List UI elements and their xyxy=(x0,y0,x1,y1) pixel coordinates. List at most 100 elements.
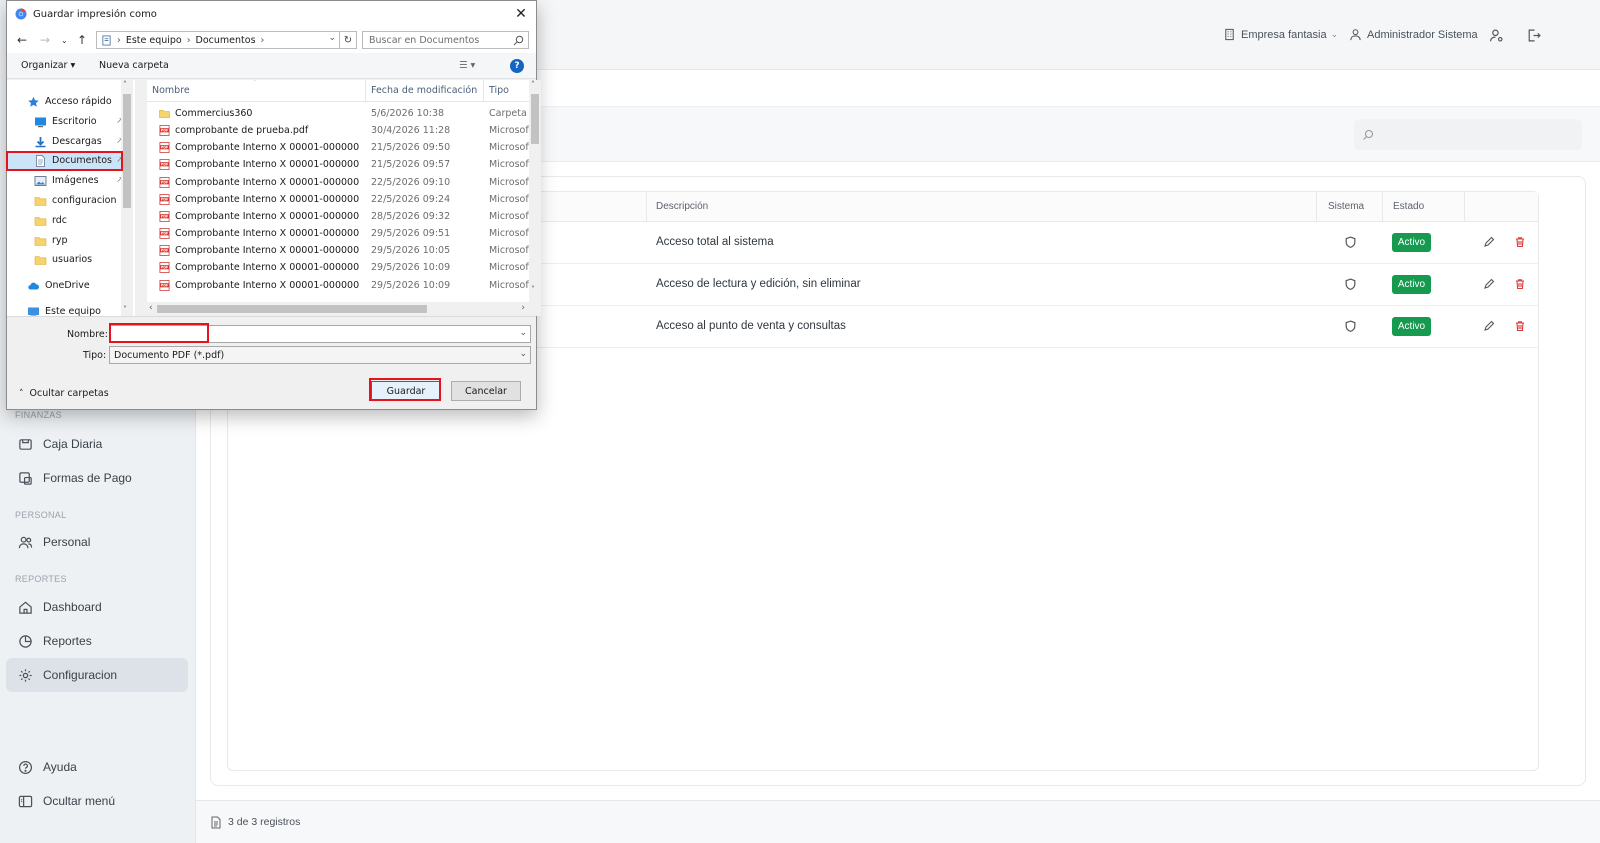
file-list-scrollbar[interactable]: ˄ ˅ xyxy=(529,80,541,316)
file-row[interactable]: Commercius360 5/6/2026 10:38 Carpeta c xyxy=(147,105,529,122)
scroll-up-icon[interactable]: ˄ xyxy=(123,80,127,89)
user-menu[interactable]: Administrador Sistema xyxy=(1349,28,1478,41)
tree-scroll-thumb[interactable] xyxy=(123,94,131,208)
shield-icon xyxy=(1345,320,1356,333)
sidebar-item-label: Caja Diaria xyxy=(43,437,103,451)
hide-folders-toggle[interactable]: ˄ Ocultar carpetas xyxy=(19,388,109,399)
recent-locations-icon[interactable]: ⌄ xyxy=(61,36,68,45)
sidebar-item-caja-diaria[interactable]: Caja Diaria xyxy=(6,427,188,461)
chevron-down-icon[interactable]: ⌄ xyxy=(519,328,527,338)
sidebar-item-configuracion[interactable]: Configuracion xyxy=(6,658,188,692)
tree-item-descargas[interactable]: Descargas ↗ xyxy=(7,132,125,151)
delete-icon[interactable] xyxy=(1514,236,1526,248)
chevron-down-icon[interactable]: ⌄ xyxy=(328,33,336,43)
chevron-down-icon[interactable]: ⌄ xyxy=(519,349,527,359)
tree-item-label: rdc xyxy=(52,215,67,226)
user-settings-button[interactable] xyxy=(1489,28,1509,43)
sidebar-item-ocultar-menu[interactable]: Ocultar menú xyxy=(6,784,188,818)
delete-icon[interactable] xyxy=(1514,278,1526,290)
tree-item-ryp[interactable]: ryp xyxy=(7,231,125,250)
forward-arrow-icon[interactable]: → xyxy=(40,33,50,47)
file-row[interactable]: PDF Comprobante Interno X 00001-00000014.… xyxy=(147,242,529,259)
svg-text:PDF: PDF xyxy=(161,266,168,270)
column-divider[interactable] xyxy=(483,80,484,102)
tree-item-imagenes[interactable]: Imágenes ↗ xyxy=(7,171,125,190)
file-name: Commercius360 xyxy=(175,108,253,119)
tree-item-rdc[interactable]: rdc xyxy=(7,211,125,230)
file-row[interactable]: PDF Comprobante Interno X 00001-00000016.… xyxy=(147,277,529,294)
filetype-select[interactable]: Documento PDF (*.pdf) ⌄ xyxy=(109,346,531,364)
status-badge: Activo xyxy=(1392,275,1431,294)
scroll-right-icon[interactable]: › xyxy=(521,303,525,313)
logout-button[interactable] xyxy=(1526,28,1546,43)
scroll-down-icon[interactable]: ˅ xyxy=(123,305,127,314)
help-icon[interactable]: ? xyxy=(510,59,524,73)
tree-item-configuracion[interactable]: configuracion xyxy=(7,191,125,210)
address-bar[interactable]: › Este equipo › Documentos › ⌄ xyxy=(96,31,340,49)
column-divider[interactable] xyxy=(365,80,366,102)
refresh-icon[interactable]: ↻ xyxy=(340,31,357,49)
file-row[interactable]: PDF Comprobante Interno X 00001-00000010.… xyxy=(147,174,529,191)
organize-button[interactable]: Organizar ▾ xyxy=(21,60,75,71)
tree-item-acceso-rapido[interactable]: Acceso rápido xyxy=(7,92,125,111)
column-divider xyxy=(1316,192,1317,222)
edit-icon[interactable] xyxy=(1483,236,1495,248)
column-type[interactable]: Tipo xyxy=(489,85,509,96)
scroll-down-icon[interactable]: ˅ xyxy=(531,285,535,294)
file-row[interactable]: PDF comprobante de prueba.pdf 30/4/2026 11… xyxy=(147,122,529,139)
breadcrumb-root[interactable]: Este equipo xyxy=(126,35,182,46)
save-as-dialog: Guardar impresión como ✕ ← → ⌄ ↑ › Este … xyxy=(6,0,541,410)
sidebar-item-reportes[interactable]: Reportes xyxy=(6,624,188,658)
header-estado: Estado xyxy=(1393,201,1425,212)
file-row[interactable]: PDF Comprobante Interno X 00001-00000009.… xyxy=(147,156,529,173)
save-button[interactable]: Guardar xyxy=(371,381,441,401)
column-name[interactable]: Nombre xyxy=(152,85,190,96)
svg-text:PDF: PDF xyxy=(161,232,168,236)
sidebar-item-ayuda[interactable]: Ayuda xyxy=(6,750,188,784)
tree-scrollbar[interactable]: ˄ ˅ xyxy=(121,80,133,316)
company-selector[interactable]: Empresa fantasia ⌄ xyxy=(1223,28,1338,41)
cancel-button[interactable]: Cancelar xyxy=(451,381,521,401)
tree-item-usuarios[interactable]: usuarios xyxy=(7,250,125,269)
edit-icon[interactable] xyxy=(1483,320,1495,332)
file-list-scroll-thumb[interactable] xyxy=(531,94,539,144)
download-icon xyxy=(35,136,46,147)
folder-icon xyxy=(34,255,47,265)
chevron-down-icon: ⌄ xyxy=(1330,29,1339,39)
svg-text:PDF: PDF xyxy=(161,146,168,150)
view-options-icon[interactable]: ☰ ▾ xyxy=(459,60,475,71)
tree-item-este-equipo[interactable]: Este equipo xyxy=(7,302,125,316)
file-row[interactable]: PDF Comprobante Interno X 00001-00000015.… xyxy=(147,259,529,276)
edit-icon[interactable] xyxy=(1483,278,1495,290)
file-list-hscroll-thumb[interactable] xyxy=(157,305,427,313)
file-list-hscrollbar[interactable]: ‹ › xyxy=(147,302,529,316)
file-name: Comprobante Interno X 00001-00000013.... xyxy=(175,228,359,240)
tree-item-escritorio[interactable]: Escritorio ↗ xyxy=(7,112,125,131)
column-date[interactable]: Fecha de modificación xyxy=(371,85,477,96)
scroll-left-icon[interactable]: ‹ xyxy=(149,303,153,313)
user-name: Administrador Sistema xyxy=(1367,28,1478,41)
tree-item-onedrive[interactable]: OneDrive xyxy=(7,276,125,295)
back-arrow-icon[interactable]: ← xyxy=(17,33,27,47)
tree-item-documentos[interactable]: Documentos ↗ xyxy=(7,151,125,170)
file-row[interactable]: PDF Comprobante Interno X 00001-00000012.… xyxy=(147,208,529,225)
dialog-search-input[interactable]: Buscar en Documentos xyxy=(362,31,529,49)
sort-ascending-icon: ˄ xyxy=(253,80,257,87)
table-search-input[interactable] xyxy=(1354,119,1582,150)
sidebar-item-personal[interactable]: Personal xyxy=(6,525,188,559)
file-row[interactable]: PDF Comprobante Interno X 00001-00000013.… xyxy=(147,225,529,242)
tree-item-label: usuarios xyxy=(52,254,93,265)
up-arrow-icon[interactable]: ↑ xyxy=(77,33,87,47)
file-row[interactable]: PDF Comprobante Interno X 00001-00000011.… xyxy=(147,191,529,208)
file-name: Comprobante Interno X 00001-00000009.... xyxy=(175,159,359,171)
sidebar-item-formas-de-pago[interactable]: Formas de Pago xyxy=(6,461,188,495)
new-folder-button[interactable]: Nueva carpeta xyxy=(99,60,169,71)
folder-icon xyxy=(34,236,47,246)
filename-input[interactable]: ⌄ xyxy=(109,325,531,343)
close-icon[interactable]: ✕ xyxy=(512,5,530,23)
scroll-up-icon[interactable]: ˄ xyxy=(531,80,535,89)
sidebar-item-dashboard[interactable]: Dashboard xyxy=(6,590,188,624)
breadcrumb-folder[interactable]: Documentos xyxy=(196,35,256,46)
file-row[interactable]: PDF Comprobante Interno X 00001-00000008.… xyxy=(147,139,529,156)
delete-icon[interactable] xyxy=(1514,320,1526,332)
